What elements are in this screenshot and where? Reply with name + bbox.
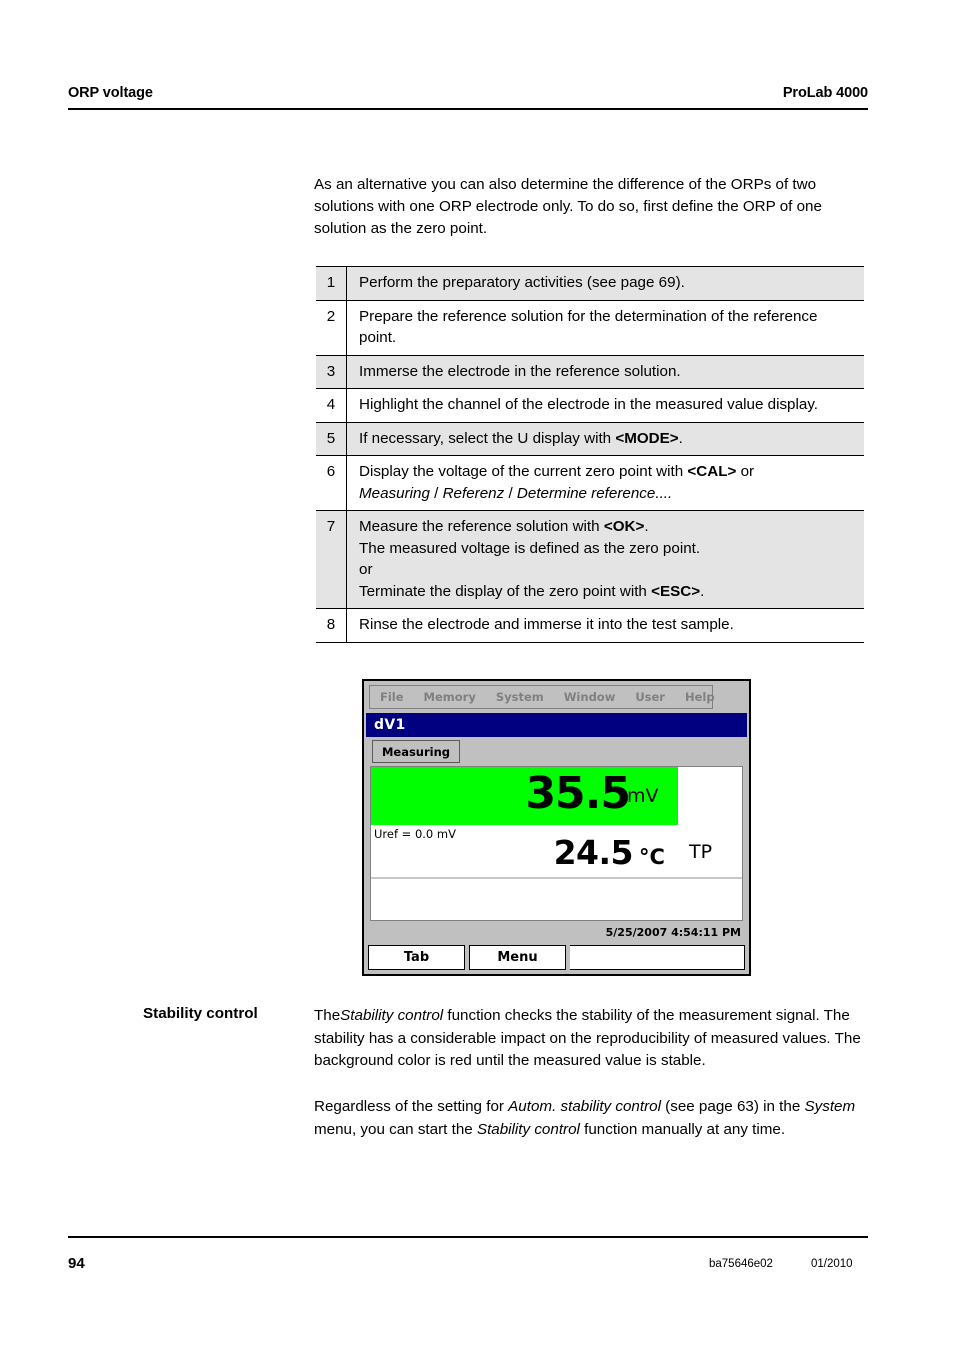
device-status-bar: 5/25/2007 4:54:11 PM	[366, 923, 747, 941]
step-number: 6	[316, 455, 347, 511]
step7-line2: The measured voltage is defined as the z…	[359, 539, 701, 557]
step-number: 2	[316, 299, 347, 356]
step-text: Measure the reference solution with <OK>…	[346, 510, 864, 609]
step6-or: or	[736, 463, 755, 480]
p2-mid2: menu, you can start the	[314, 1120, 477, 1138]
step7-line4: Terminate the display of the zero point …	[359, 582, 652, 600]
tab-measuring[interactable]: Measuring	[372, 740, 460, 763]
temperature-value: 24.5	[553, 833, 634, 872]
footer-divider	[68, 1236, 868, 1238]
step5-lead: If necessary, select the U display with	[359, 429, 616, 447]
softkey-menu[interactable]: Menu	[469, 945, 566, 970]
temperature-probe-flag: TP	[689, 841, 713, 863]
intro-paragraph: As an alternative you can also determine…	[314, 176, 822, 237]
step-text: If necessary, select the U display with …	[346, 421, 864, 456]
step-number: 4	[316, 388, 347, 423]
step7-key-esc: <ESC>	[651, 582, 701, 600]
step6-menu-measuring: Measuring	[359, 484, 430, 502]
table-row: 6 Display the voltage of the current zer…	[316, 455, 864, 511]
measured-value-unit: mV	[627, 785, 659, 807]
device-timestamp: 5/25/2007 4:54:11 PM	[605, 925, 741, 939]
header-divider	[68, 108, 868, 110]
step-number: 8	[316, 608, 347, 643]
step7-key-ok: <OK>	[603, 518, 645, 535]
margin-heading-stability-control: Stability control	[143, 1005, 258, 1022]
page-header: ORP voltage ProLab 4000	[68, 85, 868, 101]
table-row: 2 Prepare the reference solution for the…	[316, 299, 864, 356]
step7-or: or	[359, 561, 373, 578]
step6-sep1: /	[429, 484, 443, 502]
step6-menu-referenz: Referenz	[442, 484, 505, 502]
device-title-bar: dV1	[366, 713, 747, 737]
table-row: 4 Highlight the channel of the electrode…	[316, 388, 864, 423]
menu-item-user[interactable]: User	[625, 690, 675, 704]
menu-item-system[interactable]: System	[486, 690, 554, 704]
softkey-tab[interactable]: Tab	[368, 945, 465, 970]
device-tab-strip: Measuring	[366, 738, 747, 765]
device-softkey-bar: Tab Menu	[368, 945, 745, 970]
document-page: ORP voltage ProLab 4000 As an alternativ…	[0, 0, 954, 1351]
instrument-screenshot: File Memory System Window User Help dV1 …	[362, 679, 751, 976]
temperature-unit: °C	[639, 845, 665, 869]
document-date: 01/2010	[811, 1258, 853, 1270]
step-text: Prepare the reference solution for the d…	[346, 299, 864, 356]
page-number: 94	[68, 1255, 85, 1272]
step-number: 1	[316, 266, 347, 301]
device-measurement-screen: 35.5 mV Uref = 0.0 mV 24.5 °C TP	[370, 766, 743, 921]
table-row: 1 Perform the preparatory activities (se…	[316, 266, 864, 301]
softkey-empty	[570, 945, 745, 970]
stability-paragraph-1: TheStability control function checks the…	[314, 1005, 866, 1073]
p2-setting: Autom. stability control	[508, 1098, 661, 1115]
document-number: ba75646e02	[709, 1258, 773, 1270]
step-number: 3	[316, 354, 347, 389]
step-text: Display the voltage of the current zero …	[346, 455, 864, 511]
step5-key: <MODE>	[615, 429, 679, 447]
step7-dot: .	[644, 518, 649, 535]
step7-lead: Measure the reference solution with	[359, 518, 604, 535]
step6-sep2: /	[504, 484, 517, 502]
table-row: 3 Immerse the electrode in the reference…	[316, 354, 864, 389]
step5-tail: .	[678, 429, 683, 447]
step-text: Immerse the electrode in the reference s…	[346, 354, 864, 389]
device-window-title: dV1	[374, 717, 406, 733]
p1-term: Stability control	[340, 1007, 444, 1024]
procedure-table: 1 Perform the preparatory activities (se…	[316, 266, 864, 643]
page-footer: 94 ba75646e02 01/2010	[68, 1255, 868, 1275]
step7-tail: .	[700, 582, 705, 600]
menu-item-memory[interactable]: Memory	[414, 690, 486, 704]
step6-lead: Display the voltage of the current zero …	[359, 463, 688, 480]
p2-tail: function manually at any time.	[579, 1120, 786, 1138]
step6-menu-determine: Determine reference....	[516, 484, 673, 502]
p2-system: System	[804, 1098, 856, 1115]
stability-paragraph-2: Regardless of the setting for Autom. sta…	[314, 1096, 866, 1141]
step-number: 7	[316, 510, 347, 609]
step-text: Rinse the electrode and immerse it into …	[346, 608, 864, 643]
step6-key: <CAL>	[687, 463, 737, 480]
step-text: Highlight the channel of the electrode i…	[346, 388, 864, 423]
header-product-name: ProLab 4000	[782, 85, 868, 101]
menu-item-help[interactable]: Help	[675, 690, 725, 704]
p2-lead: Regardless of the setting for	[314, 1098, 509, 1115]
p2-function: Stability control	[476, 1120, 580, 1138]
table-row: 7 Measure the reference solution with <O…	[316, 510, 864, 609]
table-row: 5 If necessary, select the U display wit…	[316, 421, 864, 456]
header-section-title: ORP voltage	[68, 85, 153, 101]
p2-mid1: (see page 63) in the	[660, 1098, 805, 1115]
device-menu-bar: File Memory System Window User Help	[369, 685, 715, 709]
step-text: Perform the preparatory activities (see …	[346, 266, 864, 301]
menu-item-window[interactable]: Window	[554, 690, 626, 704]
step-number: 5	[316, 421, 347, 456]
screen-divider	[371, 877, 742, 879]
table-row: 8 Rinse the electrode and immerse it int…	[316, 608, 864, 643]
menu-item-file[interactable]: File	[370, 690, 414, 704]
p1-the: The	[314, 1007, 341, 1024]
